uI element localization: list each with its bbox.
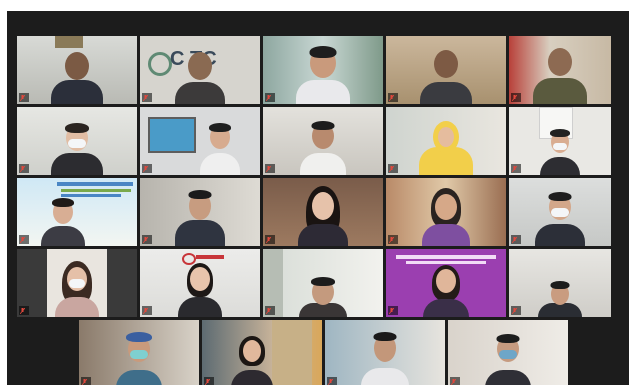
participant-video: [45, 111, 109, 175]
participant-tile[interactable]: [448, 320, 568, 385]
mic-muted-icon: [20, 94, 25, 101]
participant-video: [414, 182, 478, 246]
participant-tile[interactable]: [202, 320, 322, 385]
participant-video: [220, 324, 284, 385]
participant-video: [45, 253, 109, 317]
participant-video: [107, 324, 171, 385]
participant-video: [168, 182, 232, 246]
participant-name-label: [388, 164, 398, 173]
participant-name-label: [142, 306, 152, 315]
participant-video: [528, 182, 592, 246]
participant-video: [291, 182, 355, 246]
mic-muted-icon: [143, 236, 148, 243]
participant-video: [528, 253, 592, 317]
participant-tile[interactable]: [386, 249, 506, 317]
participant-name-label: [388, 306, 398, 315]
participant-tile-active-speaker[interactable]: [17, 107, 137, 175]
participant-tile[interactable]: [509, 249, 611, 317]
participant-tile[interactable]: [79, 320, 199, 385]
participant-name-label: [511, 235, 521, 244]
video-gallery: C TC: [7, 11, 629, 385]
participant-name-label: [265, 235, 275, 244]
participant-tile[interactable]: [140, 107, 260, 175]
participant-tile[interactable]: [509, 36, 611, 104]
participant-tile[interactable]: [263, 107, 383, 175]
participant-name-label: [511, 93, 521, 102]
participant-name-label: [81, 377, 91, 385]
participant-name-label: [511, 306, 521, 315]
participant-name-label: [19, 93, 29, 102]
participant-tile[interactable]: [17, 178, 137, 246]
participant-video: [45, 40, 109, 104]
participant-name-label: [265, 306, 275, 315]
participant-tile[interactable]: [386, 178, 506, 246]
participant-name-label: [19, 235, 29, 244]
participant-tile[interactable]: C TC: [140, 36, 260, 104]
participant-name-label: [204, 377, 214, 385]
participant-tile[interactable]: [263, 249, 383, 317]
mic-muted-icon: [20, 307, 25, 314]
mic-muted-icon: [512, 236, 517, 243]
participant-video: [291, 40, 355, 104]
participant-tile[interactable]: [509, 107, 611, 175]
participant-video: [31, 182, 95, 246]
mic-muted-icon: [512, 307, 517, 314]
participant-video: [168, 40, 232, 104]
mic-muted-icon: [266, 236, 271, 243]
mic-muted-icon: [20, 236, 25, 243]
participant-name-label: [327, 377, 337, 385]
mic-muted-icon: [143, 165, 148, 172]
participant-tile[interactable]: [263, 178, 383, 246]
participant-video: [528, 111, 592, 175]
participant-name-label: [265, 93, 275, 102]
participant-name-label: [142, 164, 152, 173]
participant-name-label: [450, 377, 460, 385]
participant-video: [353, 324, 417, 385]
participant-tile[interactable]: [325, 320, 445, 385]
mic-muted-icon: [451, 378, 456, 385]
participant-video: [188, 111, 252, 175]
participant-tile[interactable]: [263, 36, 383, 104]
mic-muted-icon: [143, 94, 148, 101]
mic-muted-icon: [266, 165, 271, 172]
participant-name-label: [19, 306, 29, 315]
participant-tile[interactable]: [386, 107, 506, 175]
participant-video: [291, 253, 355, 317]
mic-muted-icon: [512, 165, 517, 172]
mic-muted-icon: [82, 378, 87, 385]
mic-muted-icon: [266, 307, 271, 314]
participant-name-label: [388, 235, 398, 244]
participant-tile[interactable]: [17, 249, 137, 317]
participant-tile[interactable]: [140, 249, 260, 317]
participant-name-label: [511, 164, 521, 173]
mic-muted-icon: [389, 165, 394, 172]
participant-name-label: [142, 93, 152, 102]
participant-video: [414, 111, 478, 175]
mic-muted-icon: [389, 94, 394, 101]
mic-muted-icon: [389, 236, 394, 243]
participant-tile[interactable]: [509, 178, 611, 246]
participant-name-label: [142, 235, 152, 244]
participant-tile[interactable]: [17, 36, 137, 104]
participant-tile[interactable]: [140, 178, 260, 246]
participant-video: [528, 40, 592, 104]
mic-muted-icon: [512, 94, 517, 101]
participant-name-label: [19, 164, 29, 173]
participant-video: [476, 324, 540, 385]
participant-video: [291, 111, 355, 175]
participant-name-label: [265, 164, 275, 173]
mic-muted-icon: [20, 165, 25, 172]
mic-muted-icon: [205, 378, 210, 385]
participant-video: [414, 253, 478, 317]
mic-muted-icon: [328, 378, 333, 385]
participant-video: [168, 253, 232, 317]
participant-name-label: [388, 93, 398, 102]
mic-muted-icon: [143, 307, 148, 314]
participant-video: [414, 40, 478, 104]
mic-muted-icon: [389, 307, 394, 314]
mic-muted-icon: [266, 94, 271, 101]
participant-tile[interactable]: [386, 36, 506, 104]
